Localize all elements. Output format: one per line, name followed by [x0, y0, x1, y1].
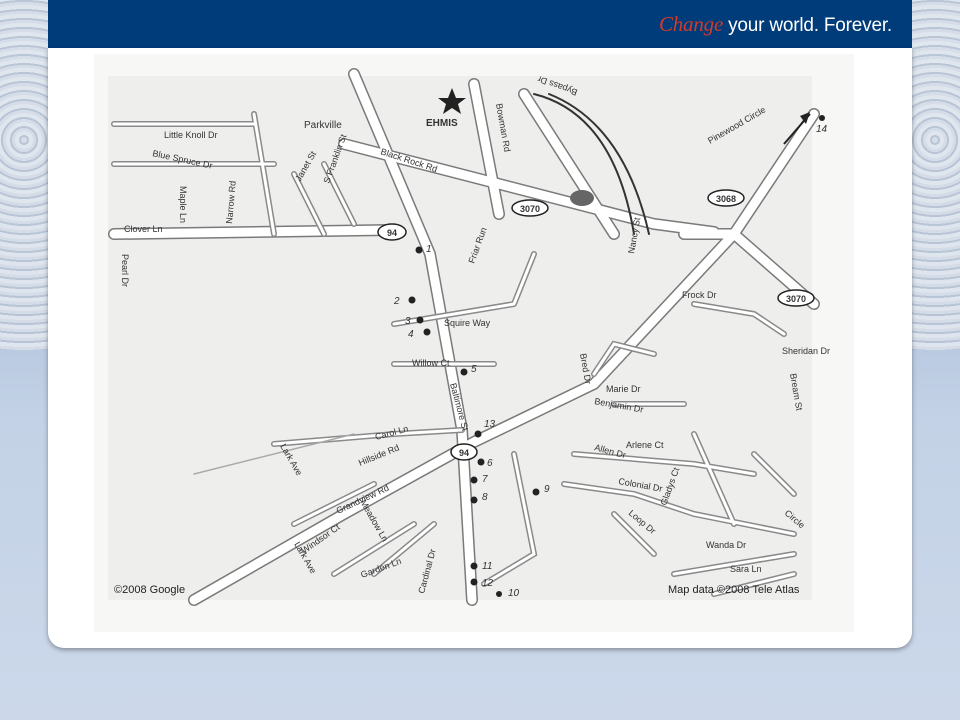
svg-text:13: 13 [484, 419, 496, 430]
street-label: Sheridan Dr [782, 346, 830, 356]
route-shield: 94 [377, 223, 407, 241]
street-label: Clover Ln [124, 224, 163, 234]
svg-text:10: 10 [508, 588, 520, 599]
street-label: Sara Ln [730, 564, 762, 574]
svg-text:1: 1 [426, 244, 432, 255]
map-area [108, 76, 812, 600]
tagline-text: your world. Forever. [728, 15, 892, 36]
route-shield: 3070 [511, 199, 549, 217]
destination-label: EHMIS [426, 118, 458, 129]
svg-text:7: 7 [482, 474, 488, 485]
svg-text:11: 11 [482, 561, 492, 572]
street-label: Little Knoll Dr [164, 130, 218, 140]
svg-text:8: 8 [482, 492, 488, 503]
street-label: Pearl Dr [120, 254, 130, 287]
background-seal-left [0, 0, 48, 350]
svg-text:94: 94 [459, 448, 469, 458]
svg-text:3: 3 [405, 316, 411, 327]
street-label: Maple Ln [178, 186, 188, 223]
map-copyright: ©2008 Google [114, 584, 186, 596]
place-label: Parkville [304, 120, 342, 131]
route-shield: 3068 [707, 189, 745, 207]
svg-text:3070: 3070 [786, 294, 806, 304]
svg-text:94: 94 [387, 228, 397, 238]
svg-text:2: 2 [393, 296, 400, 307]
tagline-accent: Change [658, 12, 724, 36]
svg-text:14: 14 [816, 124, 828, 135]
background-seal-right [910, 0, 960, 350]
street-label: Marie Dr [606, 384, 641, 394]
street-label: Wanda Dr [706, 540, 746, 550]
map-attribution: Map data ©2008 Tele Atlas [668, 584, 800, 596]
tagline: Change your world. Forever. [659, 12, 892, 37]
svg-text:3068: 3068 [716, 194, 736, 204]
map-image: EHMIS Parkville Little Knoll Dr Blue Spr… [94, 54, 854, 632]
svg-text:3070: 3070 [520, 204, 540, 214]
svg-text:5: 5 [471, 364, 477, 375]
street-label: Arlene Ct [626, 440, 664, 450]
route-shield: 3070 [777, 289, 815, 307]
street-label: Frock Dr [682, 290, 717, 300]
street-label: Squire Way [444, 318, 491, 328]
street-label: Willow Ct [412, 358, 450, 368]
svg-text:12: 12 [482, 578, 494, 589]
landmark-blob [570, 190, 594, 206]
svg-text:9: 9 [544, 484, 550, 495]
header-banner: Change your world. Forever. [48, 0, 912, 48]
svg-text:6: 6 [487, 458, 493, 469]
route-shield: 94 [450, 443, 478, 461]
svg-text:4: 4 [408, 329, 414, 340]
